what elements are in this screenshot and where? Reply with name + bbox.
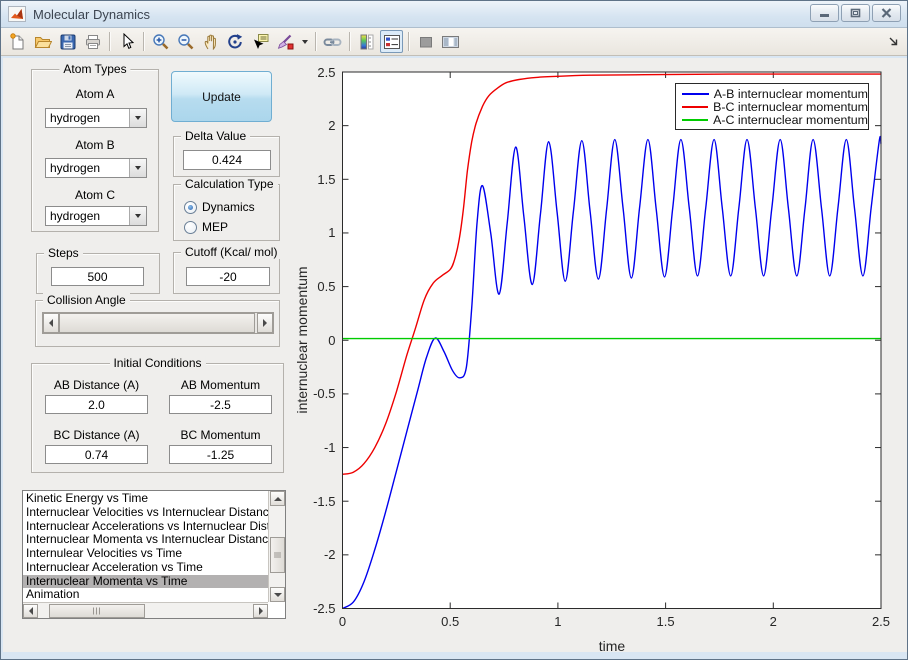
restore-button[interactable] <box>841 4 870 22</box>
zoom-in-icon <box>153 34 169 50</box>
y-tick-label: 1 <box>328 225 336 241</box>
x-tick-label: 2 <box>769 613 777 629</box>
x-tick-label: 1 <box>554 613 562 629</box>
toolbar-separator <box>408 32 409 51</box>
brush-icon <box>277 34 294 49</box>
new-figure-button[interactable] <box>6 30 29 53</box>
brush-menu-button[interactable] <box>299 30 310 53</box>
titlebar: Molecular Dynamics <box>1 1 907 28</box>
rotate-3d-button[interactable] <box>224 30 247 53</box>
toolbar-separator <box>315 32 316 51</box>
legend-label: A-C internuclear momentum <box>713 113 868 128</box>
legend-line-sample <box>682 92 709 95</box>
plot-axes <box>342 71 882 610</box>
new-document-icon <box>10 33 24 50</box>
minimize-button[interactable] <box>810 4 839 22</box>
hide-plot-tools-button[interactable] <box>414 30 437 53</box>
edit-plot-button[interactable] <box>115 30 138 53</box>
window-title: Molecular Dynamics <box>33 6 151 22</box>
hide-plot-tools-icon <box>419 36 432 47</box>
link-plot-button[interactable] <box>321 30 344 53</box>
brush-button[interactable] <box>274 30 297 53</box>
toolbar-overflow-anchor[interactable] <box>888 34 899 52</box>
save-button[interactable] <box>56 30 79 53</box>
legend-entry: A-C internuclear momentum <box>676 113 868 128</box>
matlab-app-icon <box>8 6 26 22</box>
link-plot-icon <box>323 38 342 46</box>
toolbar-separator <box>143 32 144 51</box>
zoom-out-icon <box>178 34 194 50</box>
print-button[interactable] <box>81 30 104 53</box>
close-button[interactable] <box>872 4 901 22</box>
show-plot-tools-icon <box>442 35 459 48</box>
zoom-in-button[interactable] <box>149 30 172 53</box>
open-file-button[interactable] <box>31 30 54 53</box>
x-axis-label: time <box>598 638 626 652</box>
legend-line-sample <box>682 119 709 122</box>
y-tick-label: -0.5 <box>313 386 336 402</box>
legend-entry: A-B internuclear momentum <box>676 86 868 101</box>
minimize-icon <box>820 13 829 17</box>
insert-colorbar-icon <box>360 34 373 49</box>
y-tick-label: 2 <box>328 118 336 134</box>
legend-line-sample <box>682 106 709 109</box>
show-plot-tools-button[interactable] <box>439 30 462 53</box>
y-tick-label: 2.5 <box>317 64 336 80</box>
legend: A-B internuclear momentum B-C internuclea… <box>675 83 869 131</box>
data-cursor-icon <box>254 34 269 49</box>
toolbar-separator <box>349 32 350 51</box>
insert-legend-icon <box>383 34 400 49</box>
toolbar-separator <box>109 32 110 51</box>
y-tick-label: -1.5 <box>313 493 336 509</box>
rotate-3d-icon <box>228 34 243 49</box>
restore-icon <box>850 8 861 18</box>
save-icon <box>60 34 75 49</box>
toolbar-overflow-arrow-icon <box>889 37 898 46</box>
data-cursor-button[interactable] <box>249 30 272 53</box>
y-tick-label: -2 <box>323 547 336 563</box>
close-icon <box>881 8 892 18</box>
open-folder-icon <box>34 36 52 48</box>
y-tick-label: 0 <box>328 332 336 348</box>
legend-label: B-C internuclear momentum <box>713 100 868 115</box>
x-tick-label: 0.5 <box>441 613 460 629</box>
brush-menu-caret-icon <box>301 39 308 44</box>
pan-button[interactable] <box>199 30 222 53</box>
insert-legend-button[interactable] <box>380 30 403 53</box>
y-tick-label: 1.5 <box>317 171 336 187</box>
legend-label: A-B internuclear momentum <box>713 86 868 101</box>
x-tick-label: 2.5 <box>871 613 891 629</box>
y-tick-label: -2.5 <box>313 601 336 616</box>
pan-hand-icon <box>204 34 216 50</box>
y-tick-label: 0.5 <box>317 279 336 295</box>
figure-toolbar <box>1 28 907 56</box>
y-tick-label: -1 <box>323 440 336 456</box>
print-icon <box>85 34 100 49</box>
arrow-cursor-icon <box>123 33 134 49</box>
figure-canvas: Atom Types Atom A hydrogen Atom B hydrog… <box>3 58 907 652</box>
zoom-out-button[interactable] <box>174 30 197 53</box>
molecular-dynamics-window: Molecular Dynamics Atom Types Atom A hyd… <box>0 0 908 660</box>
x-tick-label: 1.5 <box>656 613 675 629</box>
insert-colorbar-button[interactable] <box>355 30 378 53</box>
legend-entry: B-C internuclear momentum <box>676 100 868 115</box>
